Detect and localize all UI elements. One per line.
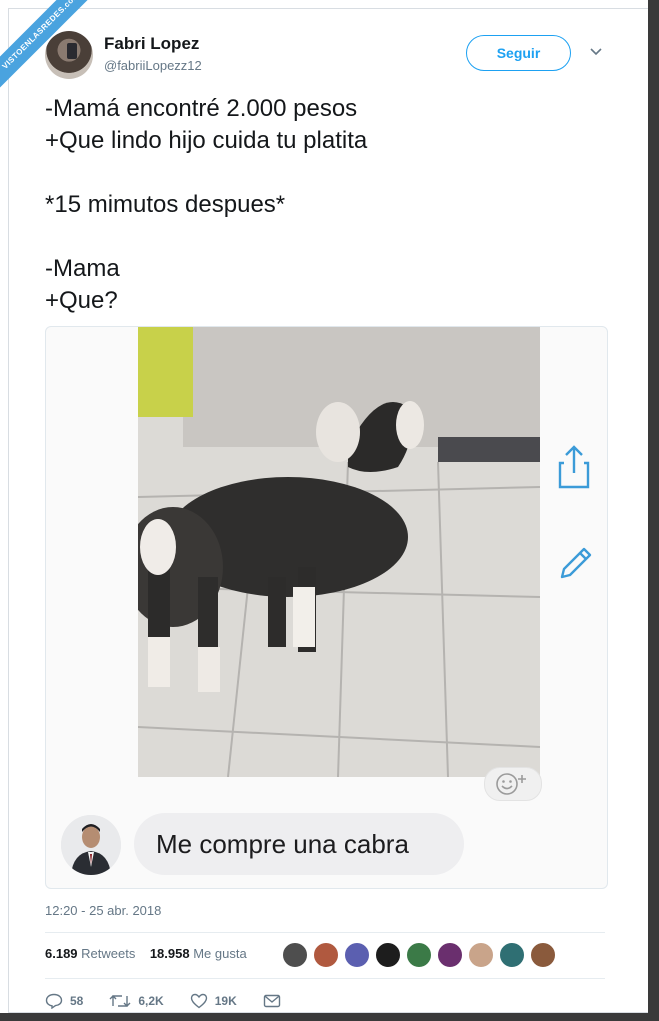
- retweets-count[interactable]: 6.189: [45, 946, 78, 961]
- retweet-icon: [109, 995, 131, 1007]
- likers-avatars: [282, 942, 561, 968]
- tweet-timestamp[interactable]: 12:20 - 25 abr. 2018: [45, 903, 161, 918]
- divider: [45, 978, 605, 979]
- liker-avatar[interactable]: [282, 942, 308, 968]
- follow-button[interactable]: Seguir: [466, 35, 571, 71]
- share-icon[interactable]: [554, 443, 594, 493]
- tweet-media[interactable]: Me compre una cabra: [45, 326, 608, 889]
- retweets-label[interactable]: Retweets: [81, 946, 135, 961]
- liker-avatar[interactable]: [499, 942, 525, 968]
- like-icon: [190, 993, 207, 1009]
- message-button[interactable]: [263, 994, 288, 1008]
- tweet-text: -Mamá encontré 2.000 pesos +Que lindo hi…: [45, 95, 368, 314]
- chevron-down-icon[interactable]: [588, 44, 604, 60]
- liker-avatar[interactable]: [437, 942, 463, 968]
- goat-photo: [138, 327, 540, 777]
- edit-icon[interactable]: [554, 541, 598, 585]
- author-avatar[interactable]: [45, 31, 93, 79]
- liker-avatar[interactable]: [344, 942, 370, 968]
- message-bubble: Me compre una cabra: [134, 813, 464, 875]
- liker-avatar[interactable]: [530, 942, 556, 968]
- background-edge-bottom: [0, 1013, 659, 1021]
- likes-count[interactable]: 18.958: [150, 946, 190, 961]
- author-handle[interactable]: @fabriiLopezz12: [104, 58, 202, 73]
- tweet-stats: 6.189 Retweets 18.958 Me gusta: [45, 946, 247, 961]
- reply-button[interactable]: 58: [45, 993, 83, 1009]
- background-edge-right: [648, 0, 659, 1021]
- liker-avatar[interactable]: [313, 942, 339, 968]
- sender-avatar: [61, 815, 121, 875]
- message-icon: [263, 994, 280, 1008]
- liker-avatar[interactable]: [375, 942, 401, 968]
- divider: [45, 932, 605, 933]
- retweet-button[interactable]: 6,2K: [109, 993, 164, 1009]
- reply-icon: [45, 993, 63, 1009]
- author-name[interactable]: Fabri Lopez: [104, 34, 199, 54]
- tweet-actions: 58 6,2K 19K: [45, 993, 314, 1009]
- emoji-icon[interactable]: [484, 767, 542, 801]
- likes-label[interactable]: Me gusta: [193, 946, 246, 961]
- like-button[interactable]: 19K: [190, 993, 237, 1009]
- liker-avatar[interactable]: [468, 942, 494, 968]
- retweet-count: 6,2K: [138, 994, 164, 1008]
- reply-count: 58: [70, 994, 84, 1008]
- liker-avatar[interactable]: [406, 942, 432, 968]
- like-count: 19K: [214, 994, 237, 1008]
